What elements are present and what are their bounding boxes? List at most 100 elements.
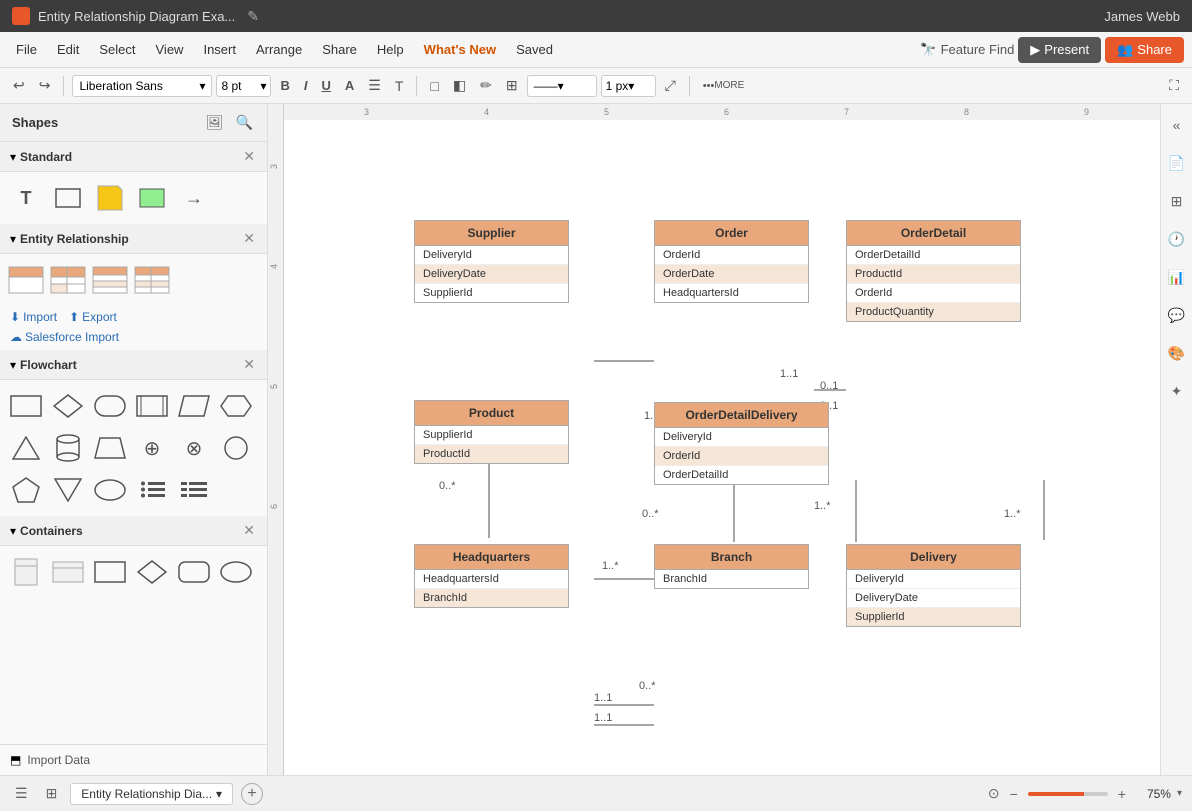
fill-color-button[interactable]: ◧: [448, 74, 471, 97]
redo-button[interactable]: ↪: [34, 74, 56, 97]
undo-button[interactable]: ↩: [8, 74, 30, 97]
ct-shape-1[interactable]: [8, 554, 44, 590]
menu-select[interactable]: Select: [91, 38, 143, 61]
text-style-button[interactable]: T: [390, 75, 409, 97]
add-page-button[interactable]: +: [241, 783, 263, 805]
bold-button[interactable]: B: [275, 75, 294, 96]
zoom-in-button[interactable]: +: [1114, 784, 1130, 804]
history-icon[interactable]: 🕐: [1164, 226, 1190, 252]
fc-list-lines[interactable]: [134, 472, 170, 508]
font-color-button[interactable]: A: [340, 75, 359, 96]
orderdetaildelivery-entity[interactable]: OrderDetailDelivery DeliveryId OrderId O…: [654, 402, 829, 485]
orderdetail-entity[interactable]: OrderDetail OrderDetailId ProductId Orde…: [846, 220, 1021, 322]
product-entity[interactable]: Product SupplierId ProductId: [414, 400, 569, 464]
ct-shape-2[interactable]: [50, 554, 86, 590]
line-style-selector[interactable]: —— ▾: [527, 75, 597, 97]
fc-rounded[interactable]: [92, 388, 128, 424]
menu-arrange[interactable]: Arrange: [248, 38, 310, 61]
waypoint-button[interactable]: ⤢: [660, 74, 681, 97]
fc-circle[interactable]: [218, 430, 254, 466]
layers-icon[interactable]: ⊞: [1164, 188, 1190, 214]
more-button[interactable]: ••• MORE: [698, 77, 750, 95]
flowchart-section-close[interactable]: ✕: [241, 356, 257, 373]
er-shape-2[interactable]: [50, 262, 86, 298]
fc-inv-triangle[interactable]: [50, 472, 86, 508]
zoom-out-button[interactable]: −: [1006, 784, 1022, 804]
menu-help[interactable]: Help: [369, 38, 412, 61]
ct-shape-3[interactable]: [92, 554, 128, 590]
line-color-button[interactable]: ✏: [475, 74, 497, 97]
er-shape-1[interactable]: [8, 262, 44, 298]
bottom-grid-view-button[interactable]: ⊞: [41, 782, 63, 805]
shape-fill-button[interactable]: □: [425, 75, 443, 97]
collapse-panel-button[interactable]: «: [1164, 112, 1190, 138]
shapes-search-icon[interactable]: 🔍: [234, 112, 255, 133]
er-shape-4[interactable]: [134, 262, 170, 298]
standard-section-header[interactable]: ▾ Standard ✕: [0, 142, 267, 172]
fc-cylinder[interactable]: [50, 430, 86, 466]
fc-oval[interactable]: [92, 472, 128, 508]
containers-section-header[interactable]: ▾ Containers ✕: [0, 516, 267, 546]
align-left-button[interactable]: ☰: [363, 74, 386, 97]
rect-shape[interactable]: [50, 180, 86, 216]
ct-oval[interactable]: [218, 554, 254, 590]
delivery-entity[interactable]: Delivery DeliveryId DeliveryDate Supplie…: [846, 544, 1021, 627]
import-button[interactable]: ⬇ Import: [10, 310, 57, 324]
style-icon[interactable]: 🎨: [1164, 340, 1190, 366]
menu-file[interactable]: File: [8, 38, 45, 61]
supplier-entity[interactable]: Supplier DeliveryId DeliveryDate Supplie…: [414, 220, 569, 303]
canvas-content[interactable]: 1..* 0..* 1..1 0..1 0..1 0..* 1..* 1..* …: [284, 120, 1160, 775]
note-shape[interactable]: [92, 180, 128, 216]
share-button[interactable]: 👥 Share: [1105, 37, 1184, 63]
er-section-close[interactable]: ✕: [241, 230, 257, 247]
comments-icon[interactable]: 💬: [1164, 302, 1190, 328]
fc-pentagon[interactable]: [8, 472, 44, 508]
ct-rounded-rect[interactable]: [176, 554, 212, 590]
fc-rect[interactable]: [8, 388, 44, 424]
headquarters-entity[interactable]: Headquarters HeadquartersId BranchId: [414, 544, 569, 608]
standard-section-close[interactable]: ✕: [241, 148, 257, 165]
zoom-dropdown-icon[interactable]: ▾: [1177, 788, 1182, 799]
fc-triangle[interactable]: [8, 430, 44, 466]
line-width-selector[interactable]: 1 px ▾: [601, 75, 656, 97]
edit-title-icon[interactable]: ✎: [247, 8, 259, 25]
menu-insert[interactable]: Insert: [195, 38, 244, 61]
format-panel-icon[interactable]: 📊: [1164, 264, 1190, 290]
present-button[interactable]: ▶ Present: [1018, 37, 1101, 63]
fc-trapezoid[interactable]: [92, 430, 128, 466]
text-shape[interactable]: T: [8, 180, 44, 216]
fc-cross[interactable]: ⊗: [176, 430, 212, 466]
colored-rect-shape[interactable]: [134, 180, 170, 216]
bottom-list-view-button[interactable]: ☰: [10, 782, 33, 805]
er-shape-3[interactable]: [92, 262, 128, 298]
font-family-selector[interactable]: Liberation Sans ▾: [72, 75, 212, 97]
fc-double-rect[interactable]: [134, 388, 170, 424]
fc-double-list[interactable]: [176, 472, 212, 508]
export-button[interactable]: ⬆ Export: [69, 310, 117, 324]
extras-icon[interactable]: ✦: [1164, 378, 1190, 404]
fc-hexagon[interactable]: [218, 388, 254, 424]
fc-diamond[interactable]: [50, 388, 86, 424]
menu-edit[interactable]: Edit: [49, 38, 87, 61]
arrow-shape[interactable]: →: [176, 180, 212, 216]
menu-share[interactable]: Share: [314, 38, 365, 61]
branch-entity[interactable]: Branch BranchId: [654, 544, 809, 589]
containers-section-close[interactable]: ✕: [241, 522, 257, 539]
fullscreen-button[interactable]: ⛶: [1164, 74, 1184, 97]
salesforce-button[interactable]: ☁ Salesforce Import: [0, 330, 267, 350]
flowchart-section-header[interactable]: ▾ Flowchart ✕: [0, 350, 267, 380]
ct-diamond[interactable]: [134, 554, 170, 590]
connection-style-button[interactable]: ⊞: [501, 74, 523, 97]
feature-find-button[interactable]: 🔭 Feature Find: [920, 42, 1014, 58]
italic-button[interactable]: I: [299, 75, 313, 96]
zoom-slider[interactable]: [1028, 792, 1108, 796]
font-size-selector[interactable]: 8 pt ▾: [216, 75, 271, 97]
underline-button[interactable]: U: [316, 75, 335, 96]
canvas-area[interactable]: 3 4 5 6 7 8 9 3 4 5 6: [268, 104, 1160, 775]
er-section-header[interactable]: ▾ Entity Relationship ✕: [0, 224, 267, 254]
import-data-bar[interactable]: ⬒ Import Data: [0, 744, 267, 775]
menu-view[interactable]: View: [148, 38, 192, 61]
order-entity[interactable]: Order OrderId OrderDate HeadquartersId: [654, 220, 809, 303]
menu-whats-new[interactable]: What's New: [416, 38, 504, 61]
fc-parallelogram[interactable]: [176, 388, 212, 424]
